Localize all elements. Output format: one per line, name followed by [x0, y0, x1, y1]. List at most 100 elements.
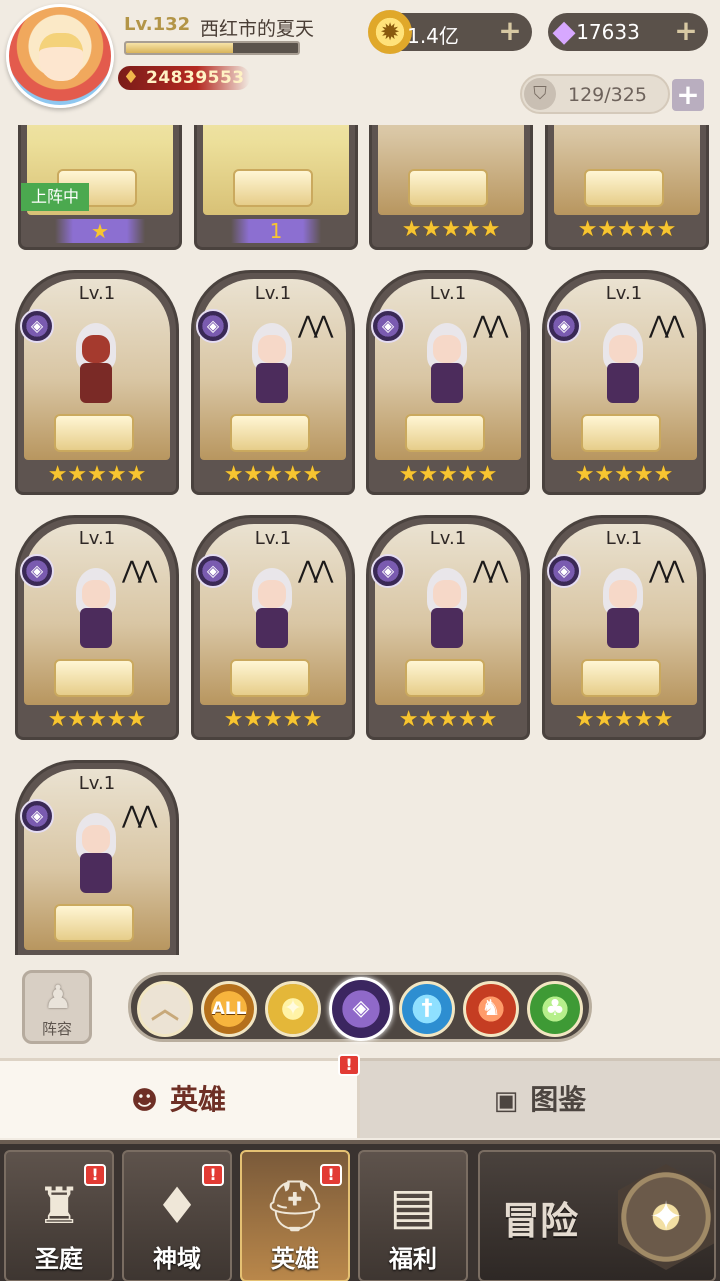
hero-card[interactable]: ★★★★★	[545, 125, 709, 250]
avatar-face	[39, 33, 83, 81]
hero-sprite	[54, 813, 138, 905]
dark-faction-icon: ◈	[371, 309, 405, 343]
power-value: 24839553	[146, 68, 245, 88]
hero-pedestal	[405, 414, 485, 452]
hero-pedestal	[54, 904, 134, 942]
hero-card[interactable]: Lv.1 ◈ ⋀⋀ ★★★★★	[366, 270, 530, 495]
on-team-badge: 上阵中	[21, 183, 90, 211]
filter-fire-icon[interactable]: ♞	[463, 981, 519, 1037]
hero-card[interactable]: 上阵中 ★	[18, 125, 182, 250]
star-rating: ★★★★★	[398, 462, 498, 487]
hero-sprite	[405, 568, 489, 660]
heroes-alert-badge: !	[320, 1164, 342, 1186]
star-wing-badge: 1	[231, 219, 321, 243]
hero-pedestal	[230, 414, 310, 452]
compass-icon: ✦	[618, 1164, 714, 1270]
hero-sprite	[581, 323, 665, 415]
nav-adventure[interactable]: 冒险 ✦	[478, 1150, 716, 1281]
hero-level: Lv.1	[605, 528, 643, 549]
hero-sprite	[230, 568, 314, 660]
hero-card[interactable]: Lv.1 ◈ ⋀⋀ ★★★★★	[542, 270, 706, 495]
nav-divine-label: 神域	[153, 1245, 201, 1273]
hero-sprite	[54, 323, 138, 415]
hero-card[interactable]: ★★★★★	[369, 125, 533, 250]
hero-pedestal	[584, 169, 664, 207]
star-rating: ★★★★★	[574, 707, 674, 732]
add-gem-button[interactable]: +	[672, 17, 700, 45]
hero-level: Lv.1	[254, 283, 292, 304]
nav-heroes[interactable]: ⛑ 英雄 !	[240, 1150, 350, 1281]
hero-card[interactable]: Lv.1 ◈ ⋀⋀ ★★★★★	[15, 760, 179, 955]
collapse-filter-button[interactable]: ︿	[137, 981, 193, 1037]
star-rating: ★★★★★	[401, 217, 501, 242]
faction-filter-bar: ︿ ALL ✦ ◈ † ♞ ♣	[128, 972, 592, 1042]
star-rating: ★★★★★	[574, 462, 674, 487]
hero-card[interactable]: 1	[194, 125, 358, 250]
dark-faction-icon: ◈	[196, 554, 230, 588]
hero-pedestal	[230, 659, 310, 697]
filter-light-icon[interactable]: ✦	[265, 981, 321, 1037]
hero-card[interactable]: Lv.1 ◈ ★★★★★	[15, 270, 179, 495]
nav-court[interactable]: ♜ 圣庭 !	[4, 1150, 114, 1281]
hero-card[interactable]: Lv.1 ◈ ⋀⋀ ★★★★★	[191, 270, 355, 495]
filter-water-icon[interactable]: †	[399, 981, 455, 1037]
star-rating: ★★★★★	[398, 707, 498, 732]
treasure-chest-icon: ▤	[389, 1177, 437, 1235]
nav-welfare[interactable]: ▤ 福利	[358, 1150, 468, 1281]
power-display: ♦ 24839553	[118, 66, 250, 90]
hero-pedestal	[54, 659, 134, 697]
hero-card[interactable]: Lv.1 ◈ ⋀⋀ ★★★★★	[15, 515, 179, 740]
hero-level: Lv.1	[429, 283, 467, 304]
hero-level: Lv.1	[78, 528, 116, 549]
star-rating: ★★★★★	[223, 462, 323, 487]
hero-pedestal	[233, 169, 313, 207]
adventure-label: 冒险	[502, 1199, 579, 1243]
exp-bar	[124, 41, 300, 55]
expand-capacity-button[interactable]: +	[672, 79, 704, 111]
hero-capacity-value: 129/325	[568, 84, 647, 106]
hero-sprite	[581, 568, 665, 660]
hero-pedestal	[408, 169, 488, 207]
star-wing-badge: ★	[55, 219, 145, 243]
hero-level: Lv.1	[605, 283, 643, 304]
dark-faction-icon: ◈	[20, 309, 54, 343]
nav-divine[interactable]: ♦ 神域 !	[122, 1150, 232, 1281]
star-rating: ★★★★★	[47, 707, 147, 732]
tab-atlas[interactable]: ▣ 图鉴	[360, 1058, 720, 1138]
chess-pawn-icon: ♟	[43, 978, 73, 1016]
player-name: 西红市的夏天	[200, 18, 315, 40]
hero-card[interactable]: Lv.1 ◈ ⋀⋀ ★★★★★	[366, 515, 530, 740]
add-gold-button[interactable]: +	[496, 17, 524, 45]
tab-heroes[interactable]: ☻ 英雄	[0, 1058, 360, 1138]
player-avatar[interactable]	[6, 4, 114, 108]
top-bar: Lv.132 西红市的夏天 ♦ 24839553 ✹ 1.4亿 + ◆ 1763…	[0, 0, 720, 125]
gold-currency: ✹ 1.4亿 +	[368, 10, 532, 54]
star-rating: ★★★★★	[47, 462, 147, 487]
dark-faction-icon: ◈	[371, 554, 405, 588]
hero-level: Lv.1	[429, 528, 467, 549]
exp-bar-fill	[126, 43, 233, 53]
hero-capacity: ⛉ 129/325	[520, 74, 670, 114]
filter-all-button[interactable]: ALL	[201, 981, 257, 1037]
dark-faction-icon: ◈	[547, 554, 581, 588]
sub-tabs: ☻ 英雄 ! ▣ 图鉴	[0, 1054, 720, 1140]
hero-grid: 上阵中 ★ 1 ★★★★★ ★★★★★ Lv.1 ◈ ★★★★★ Lv.1 ◈ …	[0, 125, 720, 955]
hero-sprite	[230, 323, 314, 415]
nav-court-label: 圣庭	[35, 1245, 83, 1273]
hero-level: Lv.1	[78, 773, 116, 794]
tab-atlas-label: 图鉴	[530, 1083, 587, 1116]
filter-dark-icon[interactable]: ◈	[329, 977, 393, 1041]
formation-button[interactable]: ♟ 阵容	[22, 970, 92, 1044]
hero-card[interactable]: Lv.1 ◈ ⋀⋀ ★★★★★	[542, 515, 706, 740]
hero-card[interactable]: Lv.1 ◈ ⋀⋀ ★★★★★	[191, 515, 355, 740]
star-rating: ★★★★★	[18, 952, 176, 955]
filter-nature-icon[interactable]: ♣	[527, 981, 583, 1037]
star-rating: ★★★★★	[577, 217, 677, 242]
hero-sprite	[54, 568, 138, 660]
hero-head-icon: ☻	[130, 1086, 159, 1116]
gem-currency: ◆ 17633 +	[548, 13, 708, 51]
hero-sprite	[405, 323, 489, 415]
hero-level: Lv.1	[78, 283, 116, 304]
heroes-tab-alert-badge: !	[338, 1054, 360, 1076]
hero-pedestal	[54, 414, 134, 452]
